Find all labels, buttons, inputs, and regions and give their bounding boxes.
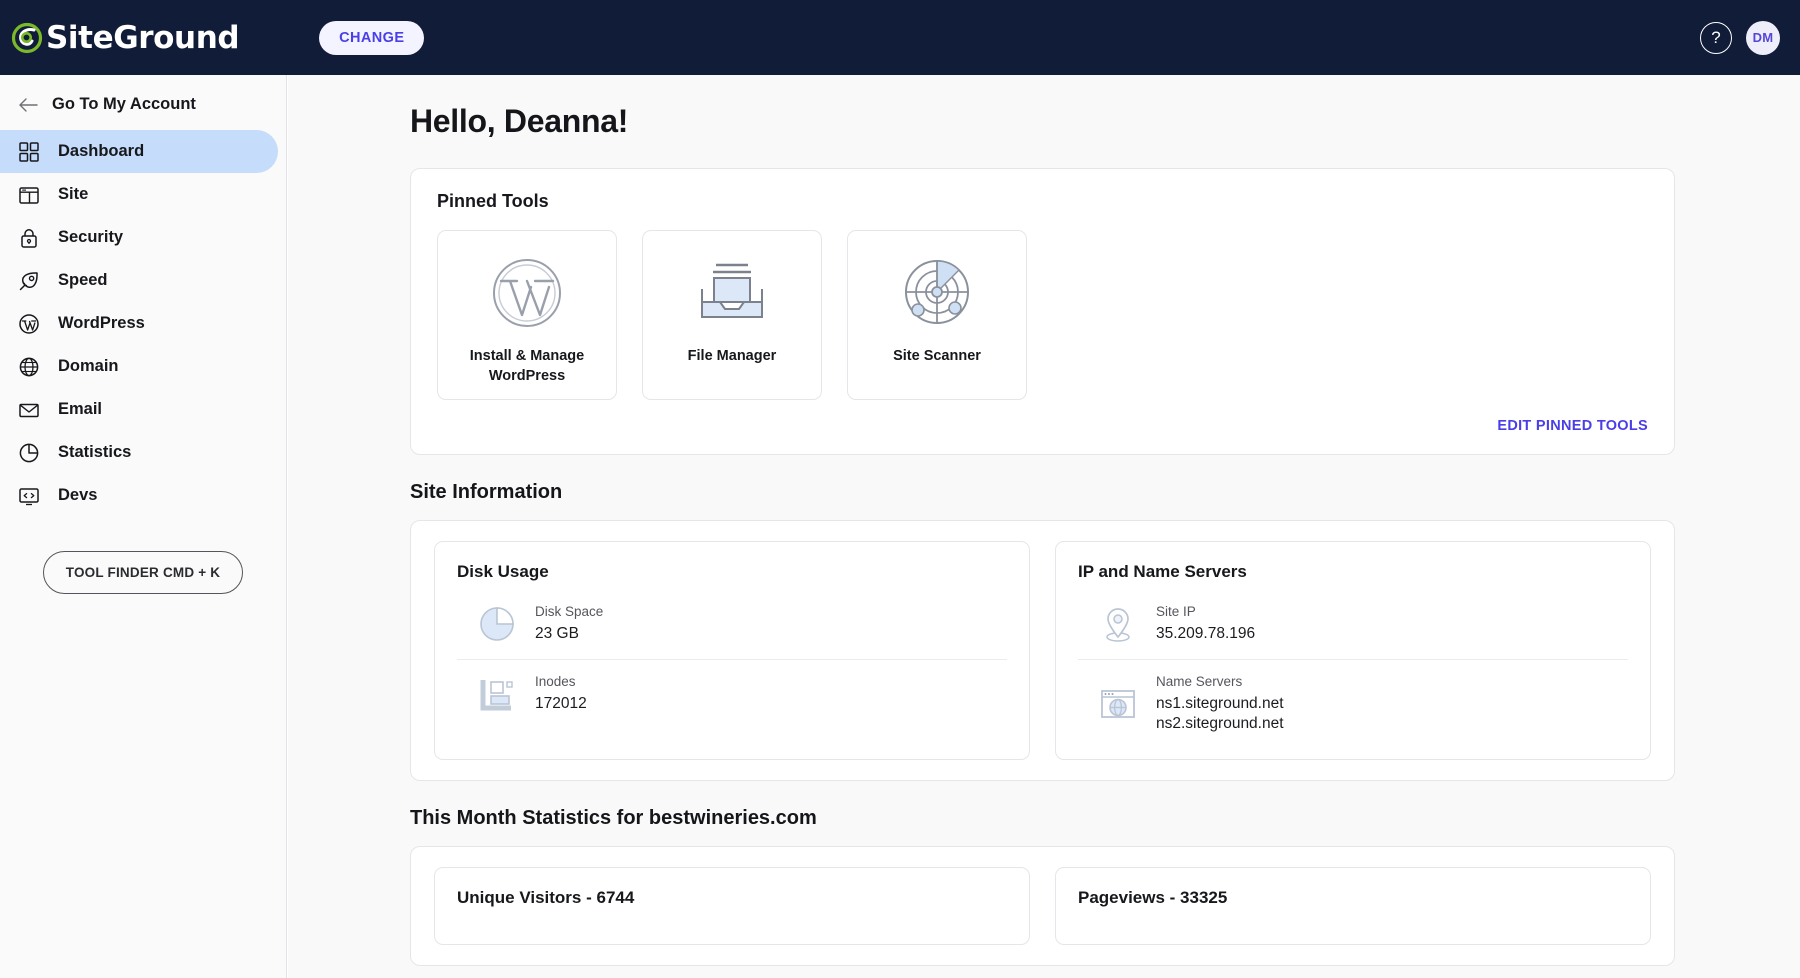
globe-icon [18, 356, 40, 378]
edit-pinned-tools-row: EDIT PINNED TOOLS [437, 418, 1648, 434]
sidebar-item-label: Email [58, 400, 102, 419]
top-header: SiteGround CHANGE ? DM [0, 0, 1800, 75]
logo-text: SiteGround [46, 20, 239, 56]
sidebar-item-email[interactable]: Email [0, 388, 278, 431]
sidebar-item-label: Domain [58, 357, 119, 376]
pie-chart-icon [477, 604, 517, 644]
ip-name-servers-subcard: IP and Name Servers Site IP 35.209.78.19… [1055, 541, 1651, 760]
tool-tile-site-scanner[interactable]: Site Scanner [847, 230, 1027, 400]
code-monitor-icon [18, 485, 40, 507]
info-label: Name Servers [1156, 674, 1284, 689]
sidebar-nav: Dashboard Site Security [0, 130, 286, 517]
pinned-tools-title: Pinned Tools [437, 191, 1648, 212]
statistics-title: This Month Statistics for bestwineries.c… [410, 807, 1800, 830]
pinned-tools-row: Install & Manage WordPress File Manager [437, 230, 1648, 400]
info-label: Disk Space [535, 604, 603, 619]
blocks-icon [477, 674, 517, 714]
site-ip-row: Site IP 35.209.78.196 [1078, 590, 1628, 659]
disk-usage-title: Disk Usage [457, 562, 1007, 582]
sidebar: Go To My Account Dashboard Site [0, 75, 287, 978]
tool-finder-button[interactable]: TOOL FINDER CMD + K [43, 551, 243, 594]
arrow-left-icon [18, 97, 38, 113]
siteground-mark-icon [10, 21, 44, 55]
stat-box-unique-visitors: Unique Visitors - 6744 [434, 867, 1030, 945]
sidebar-item-speed[interactable]: Speed [0, 259, 278, 302]
main-content: Hello, Deanna! Pinned Tools Install & Ma… [288, 75, 1800, 978]
avatar[interactable]: DM [1746, 21, 1780, 55]
change-site-button[interactable]: CHANGE [319, 21, 424, 55]
inodes-row: Inodes 172012 [457, 659, 1007, 729]
sidebar-item-label: Statistics [58, 443, 131, 462]
siteground-logo[interactable]: SiteGround [10, 15, 239, 61]
layout-icon [18, 184, 40, 206]
tool-label: Install & Manage WordPress [438, 347, 616, 386]
info-value: ns1.siteground.net ns2.siteground.net [1156, 694, 1284, 735]
envelope-icon [18, 399, 40, 421]
go-to-my-account-label: Go To My Account [52, 95, 196, 114]
sidebar-item-label: Dashboard [58, 142, 144, 161]
sidebar-item-label: Security [58, 228, 123, 247]
info-label: Inodes [535, 674, 587, 689]
sidebar-item-wordpress[interactable]: WordPress [0, 302, 278, 345]
stat-title: Pageviews - 33325 [1078, 888, 1628, 908]
edit-pinned-tools-link[interactable]: EDIT PINNED TOOLS [1497, 418, 1648, 434]
tool-tile-wordpress[interactable]: Install & Manage WordPress [437, 230, 617, 400]
header-actions: ? DM [1700, 21, 1780, 55]
site-information-title: Site Information [410, 481, 1800, 504]
site-information-card: Disk Usage Disk Space 23 GB [410, 520, 1675, 781]
tool-finder-wrap: TOOL FINDER CMD + K [0, 551, 286, 594]
sidebar-item-site[interactable]: Site [0, 173, 278, 216]
sidebar-item-domain[interactable]: Domain [0, 345, 278, 388]
pie-chart-icon [18, 442, 40, 464]
info-value: 35.209.78.196 [1156, 624, 1255, 645]
ip-name-servers-title: IP and Name Servers [1078, 562, 1628, 582]
sidebar-item-label: Speed [58, 271, 108, 290]
disk-space-row: Disk Space 23 GB [457, 590, 1007, 659]
info-label: Site IP [1156, 604, 1255, 619]
wordpress-icon [18, 313, 40, 335]
sidebar-item-devs[interactable]: Devs [0, 474, 278, 517]
tool-tile-file-manager[interactable]: File Manager [642, 230, 822, 400]
info-value: 23 GB [535, 624, 603, 645]
sidebar-item-label: Site [58, 185, 88, 204]
sidebar-item-security[interactable]: Security [0, 216, 278, 259]
help-icon[interactable]: ? [1700, 22, 1732, 54]
info-value: 172012 [535, 694, 587, 715]
page-title: Hello, Deanna! [410, 103, 1800, 140]
rocket-icon [18, 270, 40, 292]
tool-label: File Manager [676, 347, 789, 367]
wordpress-icon [489, 251, 565, 335]
stat-box-pageviews: Pageviews - 33325 [1055, 867, 1651, 945]
go-to-my-account-link[interactable]: Go To My Account [0, 85, 286, 124]
map-pin-icon [1098, 604, 1138, 644]
sidebar-item-label: WordPress [58, 314, 145, 333]
file-tray-icon [692, 251, 772, 335]
stat-title: Unique Visitors - 6744 [457, 888, 1007, 908]
sidebar-item-dashboard[interactable]: Dashboard [0, 130, 278, 173]
radar-icon [897, 251, 977, 335]
statistics-card: Unique Visitors - 6744 Pageviews - 33325 [410, 846, 1675, 966]
name-servers-row: Name Servers ns1.siteground.net ns2.site… [1078, 659, 1628, 749]
grid-icon [18, 141, 40, 163]
sidebar-item-statistics[interactable]: Statistics [0, 431, 278, 474]
lock-icon [18, 227, 40, 249]
sidebar-item-label: Devs [58, 486, 97, 505]
browser-globe-icon [1098, 684, 1138, 724]
disk-usage-subcard: Disk Usage Disk Space 23 GB [434, 541, 1030, 760]
tool-label: Site Scanner [881, 347, 993, 367]
pinned-tools-card: Pinned Tools Install & Manage WordPress [410, 168, 1675, 455]
